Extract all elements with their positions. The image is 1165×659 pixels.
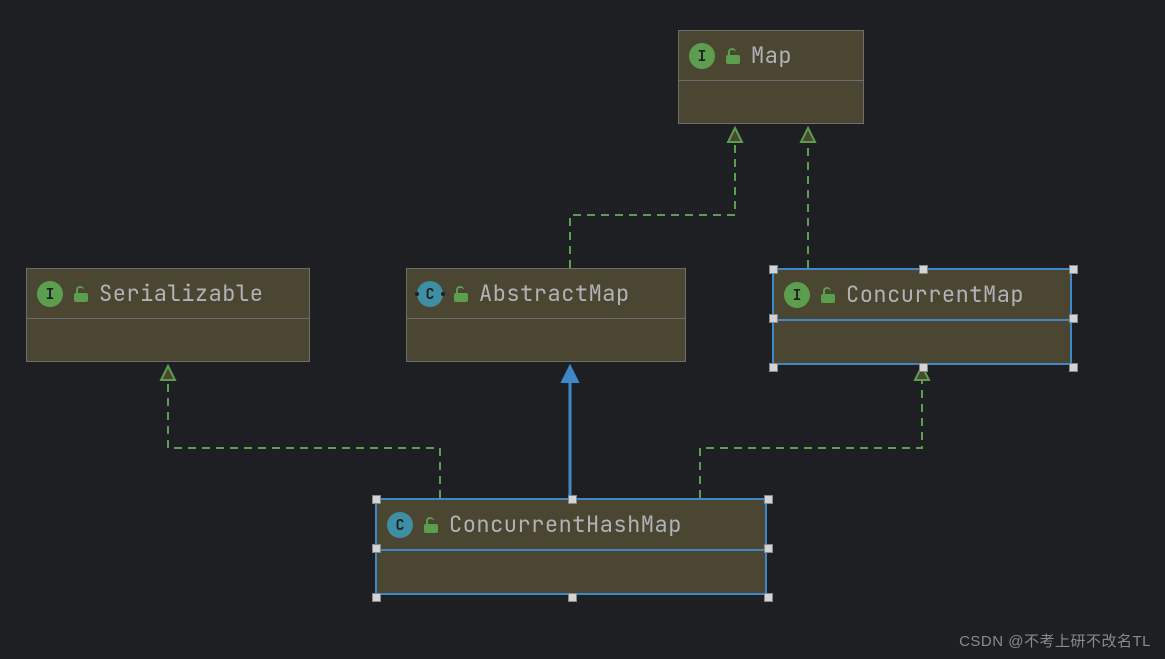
node-concurrentmap[interactable]: I ConcurrentMap (772, 268, 1072, 365)
edge-concurrenthashmap-serializable (168, 380, 440, 498)
selection-handle[interactable] (372, 593, 381, 602)
node-label: Map (751, 41, 792, 70)
selection-handle[interactable] (769, 265, 778, 274)
watermark: CSDN @不考上研不改名TL (959, 630, 1151, 651)
selection-handle[interactable] (1069, 265, 1078, 274)
selection-handle[interactable] (919, 363, 928, 372)
diagram-canvas[interactable]: I Map I Serializable C AbstractMap I Con… (0, 0, 1165, 659)
selection-handle[interactable] (1069, 363, 1078, 372)
selection-handle[interactable] (1069, 314, 1078, 323)
selection-handle[interactable] (769, 363, 778, 372)
selection-handle[interactable] (568, 495, 577, 504)
node-label: Serializable (99, 279, 263, 308)
selection-handle[interactable] (764, 495, 773, 504)
node-abstractmap[interactable]: C AbstractMap (406, 268, 686, 362)
selection-handle[interactable] (764, 593, 773, 602)
selection-handle[interactable] (769, 314, 778, 323)
interface-icon: I (37, 281, 63, 307)
node-label: ConcurrentHashMap (449, 510, 682, 539)
interface-icon: I (784, 282, 810, 308)
selection-handle[interactable] (372, 495, 381, 504)
node-label: AbstractMap (479, 279, 630, 308)
selection-handle[interactable] (568, 593, 577, 602)
unlock-icon (725, 48, 741, 64)
selection-handle[interactable] (372, 544, 381, 553)
class-icon: C (387, 512, 413, 538)
edge-concurrenthashmap-concurrentmap (700, 380, 922, 498)
node-concurrenthashmap[interactable]: C ConcurrentHashMap (375, 498, 767, 595)
selection-handle[interactable] (764, 544, 773, 553)
node-serializable[interactable]: I Serializable (26, 268, 310, 362)
unlock-icon (453, 286, 469, 302)
node-label: ConcurrentMap (846, 280, 1024, 309)
unlock-icon (73, 286, 89, 302)
selection-handle[interactable] (919, 265, 928, 274)
edge-abstractmap-map (570, 142, 735, 268)
unlock-icon (423, 517, 439, 533)
interface-icon: I (689, 43, 715, 69)
node-map[interactable]: I Map (678, 30, 864, 124)
abstract-class-icon: C (417, 281, 443, 307)
unlock-icon (820, 287, 836, 303)
